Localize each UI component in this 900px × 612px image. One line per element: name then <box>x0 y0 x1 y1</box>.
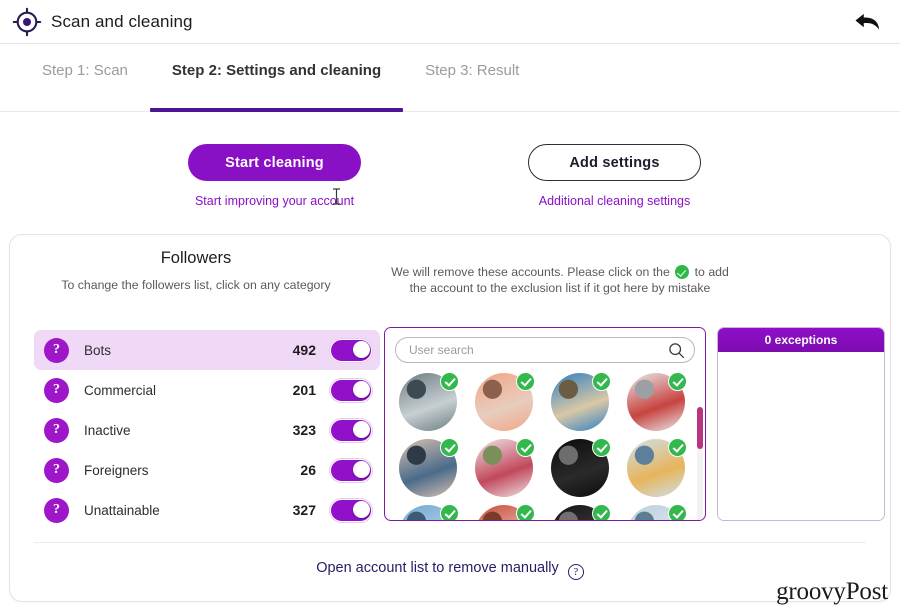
tab-step-3[interactable]: Step 3: Result <box>403 44 541 112</box>
open-account-list-label: Open account list to remove manually <box>316 560 559 576</box>
card-headers: Followers To change the followers list, … <box>10 249 890 296</box>
exclude-check-icon[interactable] <box>592 438 611 457</box>
followers-subtitle: To change the followers list, click on a… <box>61 278 331 292</box>
category-toggle[interactable] <box>330 418 372 442</box>
account-avatar-cell[interactable] <box>475 372 535 431</box>
search-input[interactable] <box>396 343 694 357</box>
removal-line2: the account to the exclusion list if it … <box>409 281 711 295</box>
category-row-foreigners[interactable]: ? Foreigners 26 <box>34 450 380 490</box>
account-avatar-cell[interactable] <box>551 504 611 520</box>
start-cleaning-group: Start cleaning Start improving your acco… <box>188 144 361 226</box>
exclude-check-icon[interactable] <box>516 504 535 520</box>
exceptions-panel: 0 exceptions <box>717 327 885 521</box>
followers-header: Followers To change the followers list, … <box>10 249 382 296</box>
category-label: Foreigners <box>84 462 149 478</box>
question-badge-icon[interactable]: ? <box>44 417 69 443</box>
removal-instructions: We will remove these accounts. Please cl… <box>390 264 730 296</box>
green-check-icon <box>675 265 690 279</box>
action-row: Start cleaning Start improving your acco… <box>0 112 900 226</box>
category-toggle[interactable] <box>330 338 372 362</box>
target-crosshair-icon <box>12 7 42 36</box>
account-avatar-cell[interactable] <box>551 372 611 431</box>
exclude-check-icon[interactable] <box>440 372 459 391</box>
category-label: Commercial <box>84 382 157 398</box>
groovypost-watermark: groovyPost <box>776 578 888 605</box>
category-count: 323 <box>292 422 316 438</box>
account-avatar-cell[interactable] <box>399 372 459 431</box>
account-avatar-cell[interactable] <box>627 438 687 497</box>
card-divider <box>34 542 866 543</box>
question-badge-icon[interactable]: ? <box>44 497 69 523</box>
app-window: Scan and cleaning Step 1: Scan Step 2: S… <box>0 0 900 612</box>
exclude-check-icon[interactable] <box>668 504 687 520</box>
category-label: Unattainable <box>84 502 160 518</box>
account-avatar-cell[interactable] <box>399 504 459 520</box>
window-title: Scan and cleaning <box>51 11 193 31</box>
category-count: 492 <box>292 342 316 358</box>
category-toggle[interactable] <box>330 498 372 522</box>
account-avatar-grid <box>399 372 693 520</box>
question-badge-icon[interactable]: ? <box>44 457 69 483</box>
step-tabs: Step 1: Scan Step 2: Settings and cleani… <box>0 44 900 112</box>
removal-line1-after: to add <box>694 265 729 279</box>
exclude-check-icon[interactable] <box>516 372 535 391</box>
account-avatar-cell[interactable] <box>627 372 687 431</box>
tab-step-2[interactable]: Step 2: Settings and cleaning <box>149 44 404 112</box>
exceptions-list[interactable] <box>718 352 884 520</box>
open-account-list-link[interactable]: Open account list to remove manually ? <box>10 560 890 580</box>
removal-header: We will remove these accounts. Please cl… <box>390 249 730 296</box>
followers-title: Followers <box>160 249 232 267</box>
question-badge-icon[interactable]: ? <box>44 377 69 403</box>
account-avatar-cell[interactable] <box>627 504 687 520</box>
account-avatar-cell[interactable] <box>399 438 459 497</box>
account-avatar-scroll[interactable] <box>385 369 705 520</box>
search-icon[interactable] <box>668 342 685 359</box>
exclude-check-icon[interactable] <box>668 438 687 457</box>
category-count: 26 <box>300 462 316 478</box>
account-avatar-cell[interactable] <box>475 504 535 520</box>
removal-line1-before: We will remove these accounts. Please cl… <box>391 265 670 279</box>
category-row-unattainable[interactable]: ? Unattainable 327 <box>34 490 380 530</box>
account-avatar-cell[interactable] <box>475 438 535 497</box>
start-cleaning-button[interactable]: Start cleaning <box>188 144 361 181</box>
account-avatar-cell[interactable] <box>551 438 611 497</box>
avatar-scrollbar-thumb[interactable] <box>697 407 703 449</box>
category-label: Inactive <box>84 422 131 438</box>
exclude-check-icon[interactable] <box>440 438 459 457</box>
exclude-check-icon[interactable] <box>592 504 611 520</box>
start-cleaning-subtitle[interactable]: Start improving your account <box>195 194 354 208</box>
category-toggle[interactable] <box>330 378 372 402</box>
add-settings-button[interactable]: Add settings <box>528 144 701 181</box>
exclude-check-icon[interactable] <box>592 372 611 391</box>
cleaning-card: Followers To change the followers list, … <box>9 234 891 602</box>
title-bar: Scan and cleaning <box>0 0 900 44</box>
tab-step-1[interactable]: Step 1: Scan <box>20 44 150 112</box>
search-area <box>385 328 705 369</box>
category-row-inactive[interactable]: ? Inactive 323 <box>34 410 380 450</box>
exclude-check-icon[interactable] <box>516 438 535 457</box>
exclude-check-icon[interactable] <box>440 504 459 520</box>
category-toggle[interactable] <box>330 458 372 482</box>
exceptions-header: 0 exceptions <box>718 328 884 352</box>
accounts-panel <box>384 327 706 521</box>
category-row-commercial[interactable]: ? Commercial 201 <box>34 370 380 410</box>
category-list: ? Bots 492 ? Commercial 201 ? Inactive 3… <box>34 330 380 530</box>
back-arrow-icon[interactable] <box>852 9 882 35</box>
category-label: Bots <box>84 342 112 358</box>
category-row-bots[interactable]: ? Bots 492 <box>34 330 380 370</box>
avatar-scrollbar[interactable] <box>697 407 703 520</box>
category-count: 201 <box>292 382 316 398</box>
category-count: 327 <box>292 502 316 518</box>
search-box[interactable] <box>395 337 695 363</box>
question-badge-icon[interactable]: ? <box>44 337 69 363</box>
add-settings-group: Add settings Additional cleaning setting… <box>528 144 701 226</box>
question-mark-circle-icon[interactable]: ? <box>567 564 584 580</box>
exclude-check-icon[interactable] <box>668 372 687 391</box>
add-settings-subtitle[interactable]: Additional cleaning settings <box>539 194 691 208</box>
